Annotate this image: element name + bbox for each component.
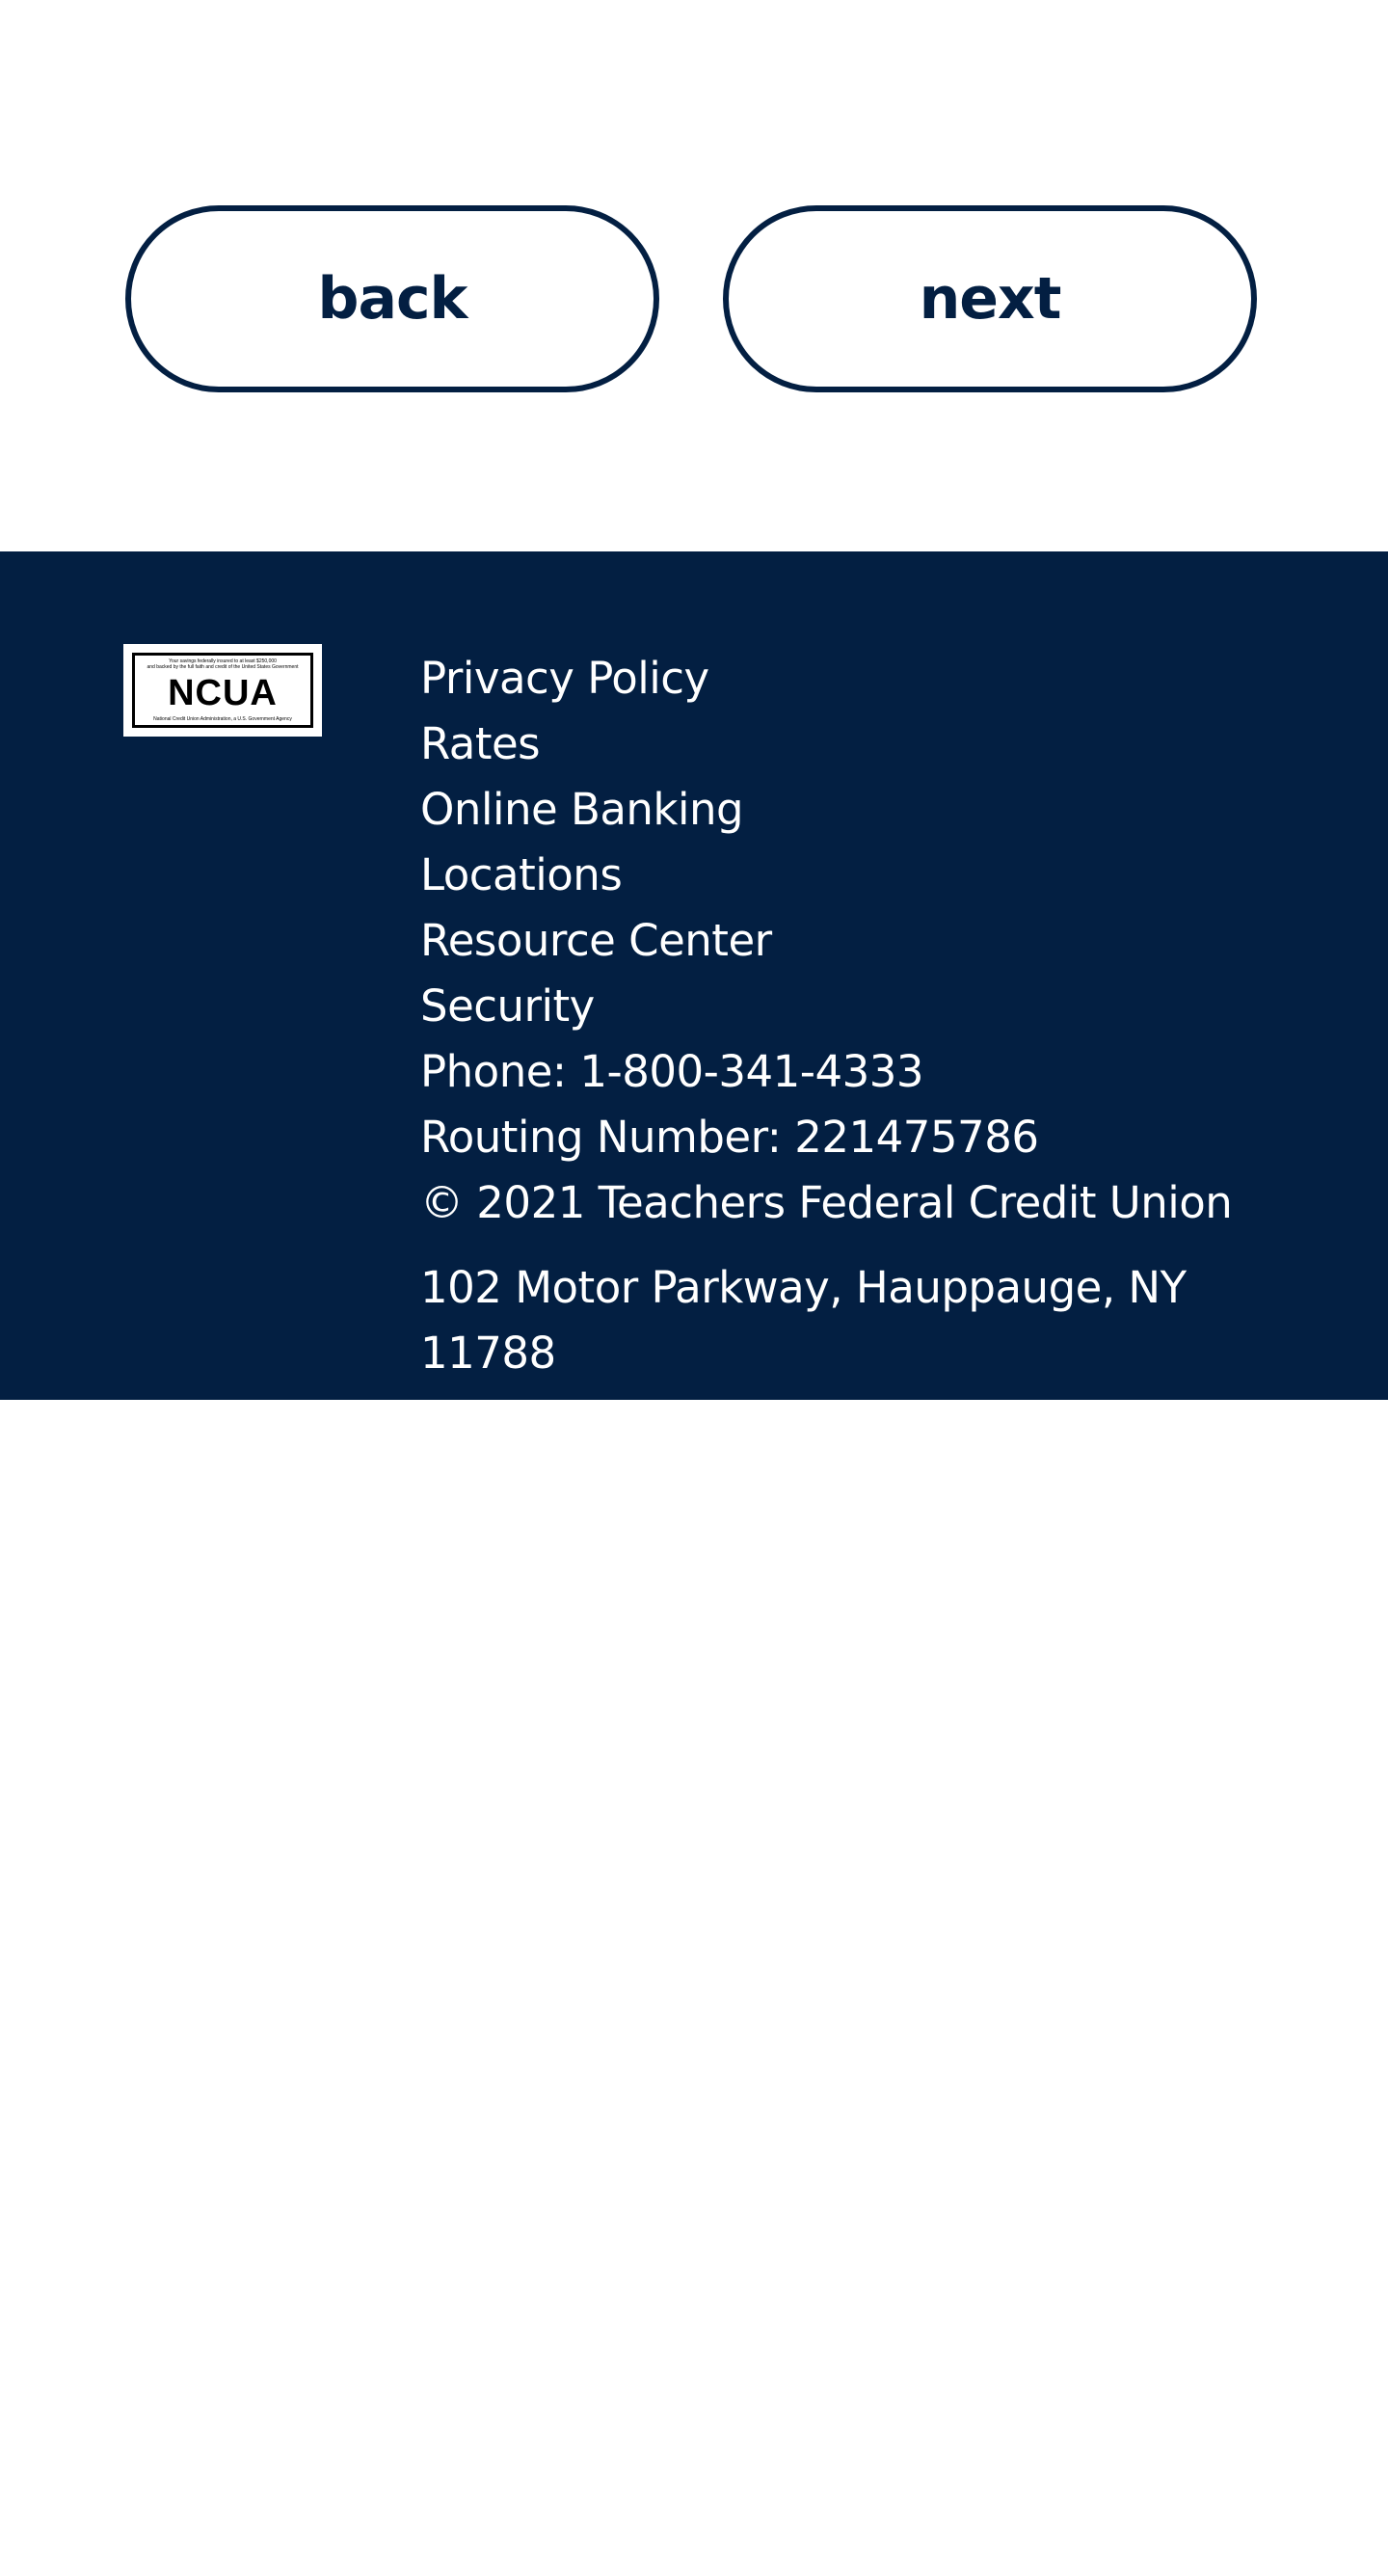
footer-link-item: Security [420,974,1288,1039]
site-footer: Your savings federally insured to at lea… [0,551,1388,1400]
phone-link[interactable]: Phone: 1-800-341-4333 [420,1046,924,1097]
ncua-logo-wordmark: NCUA [168,673,278,713]
footer-routing-number: Routing Number: 221475786 [420,1112,1039,1163]
privacy-policy-link[interactable]: Privacy Policy [420,653,709,704]
ncua-logo-frame: Your savings federally insured to at lea… [132,653,313,728]
footer-link-item: Resource Center [420,908,1288,974]
footer-link-item: Privacy Policy [420,646,1288,711]
footer-address: 102 Motor Parkway, Hauppauge, NY 11788 [420,1262,1187,1379]
ncua-logo-top-text: Your savings federally insured to at lea… [147,658,299,670]
footer-link-item: Rates [420,711,1288,777]
footer-copyright: © 2021 Teachers Federal Credit Union [420,1177,1233,1228]
page: back next Your savings federally insured… [0,0,1388,2576]
footer-link-item: Locations [420,843,1288,908]
ncua-logo: Your savings federally insured to at lea… [123,644,322,737]
form-navigation: back next [0,0,1388,551]
resource-center-link[interactable]: Resource Center [420,915,772,966]
next-button[interactable]: next [723,205,1257,392]
locations-link[interactable]: Locations [420,849,623,900]
footer-phone: Phone: 1-800-341-4333 [420,1039,1288,1105]
ncua-logo-bottom-text: National Credit Union Administration, a … [153,716,292,722]
security-link[interactable]: Security [420,980,595,1032]
back-button[interactable]: back [125,205,659,392]
footer-links: Privacy Policy Rates Online Banking Loca… [420,646,1288,1236]
rates-link[interactable]: Rates [420,718,541,769]
footer-link-item: Online Banking [420,777,1288,843]
online-banking-link[interactable]: Online Banking [420,784,744,835]
